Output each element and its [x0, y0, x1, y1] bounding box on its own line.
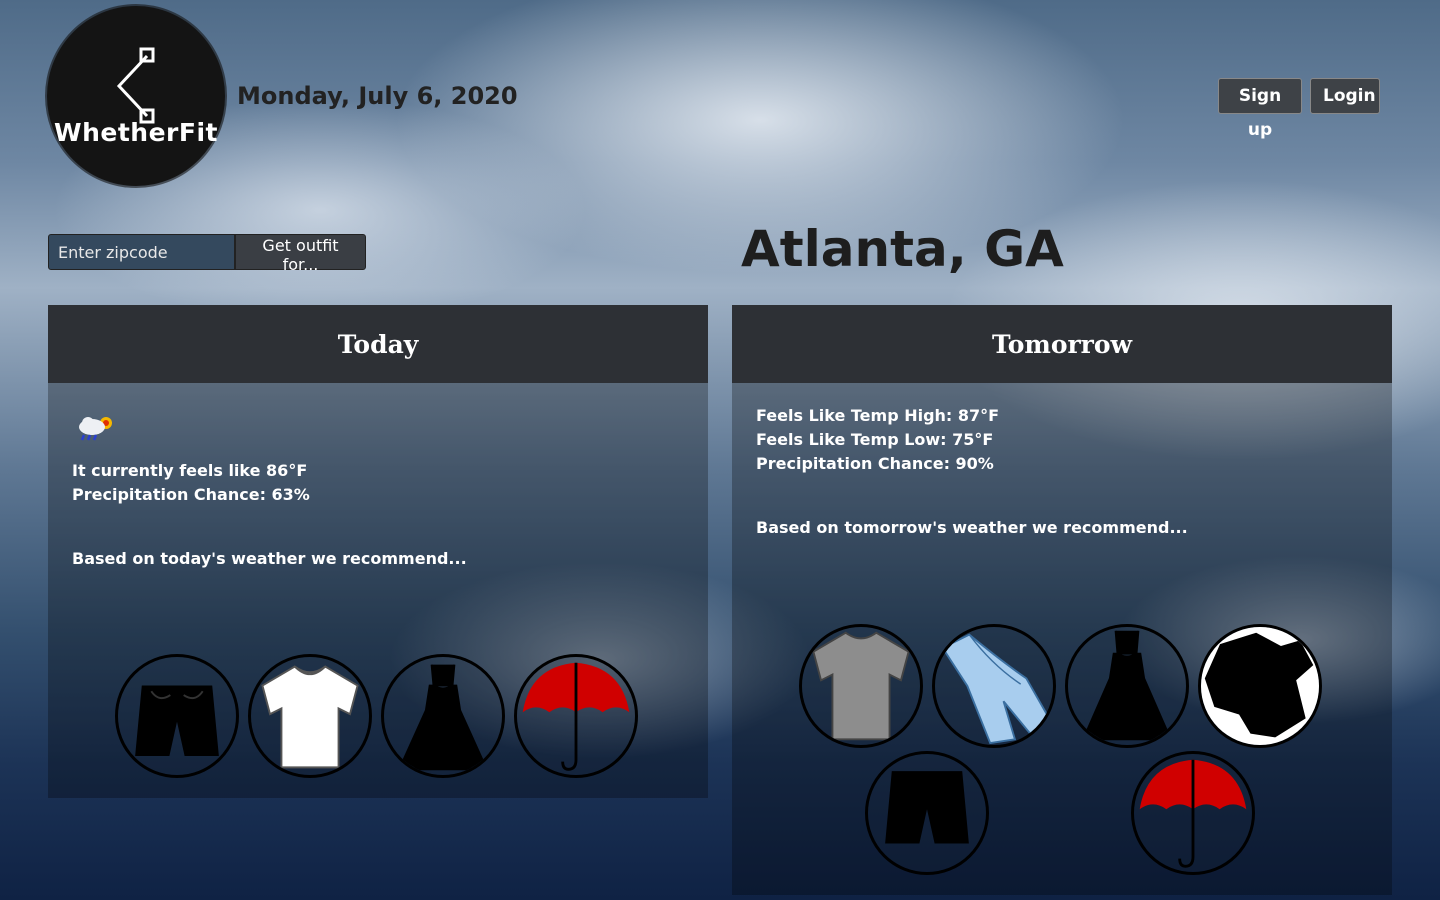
dress-icon[interactable]	[381, 654, 505, 778]
sweater-icon[interactable]	[1198, 624, 1322, 748]
brand-logo[interactable]: WhetherFit	[47, 6, 225, 186]
today-precipitation: Precipitation Chance: 63%	[72, 485, 310, 504]
tomorrow-temp-high: Feels Like Temp High: 87°F	[756, 406, 1000, 425]
tshirt-icon[interactable]	[248, 654, 372, 778]
today-title: Today	[48, 305, 708, 383]
logo-mark-icon	[116, 47, 155, 124]
umbrella-icon[interactable]	[1131, 751, 1255, 875]
current-date: Monday, July 6, 2020	[237, 82, 518, 110]
tomorrow-temp-low: Feels Like Temp Low: 75°F	[756, 430, 994, 449]
today-recommend-text: Based on today's weather we recommend...	[72, 549, 467, 568]
login-button[interactable]: Login	[1310, 78, 1380, 114]
get-outfit-button[interactable]: Get outfit for...	[235, 234, 366, 274]
shorts-icon[interactable]	[865, 751, 989, 875]
tshirt-gray-icon[interactable]	[799, 624, 923, 748]
umbrella-icon[interactable]	[514, 654, 638, 778]
zipcode-input[interactable]	[48, 234, 235, 270]
brand-name: WhetherFit	[54, 118, 218, 147]
tomorrow-precipitation: Precipitation Chance: 90%	[756, 454, 994, 473]
today-feels-like: It currently feels like 86°F	[72, 461, 308, 480]
today-card: Today It currently feels like 86°F Preci…	[48, 305, 708, 798]
rain-sun-icon	[79, 417, 112, 441]
dress-icon[interactable]	[1065, 624, 1189, 748]
tomorrow-recommend-text: Based on tomorrow's weather we recommend…	[756, 518, 1188, 537]
tomorrow-card: Tomorrow Feels Like Temp High: 87°F Feel…	[732, 305, 1392, 895]
shorts-icon[interactable]	[115, 654, 239, 778]
city-title: Atlanta, GA	[741, 220, 1064, 278]
signup-button[interactable]: Sign up	[1218, 78, 1302, 140]
tomorrow-title: Tomorrow	[732, 305, 1392, 383]
jeans-icon[interactable]	[932, 624, 1056, 748]
